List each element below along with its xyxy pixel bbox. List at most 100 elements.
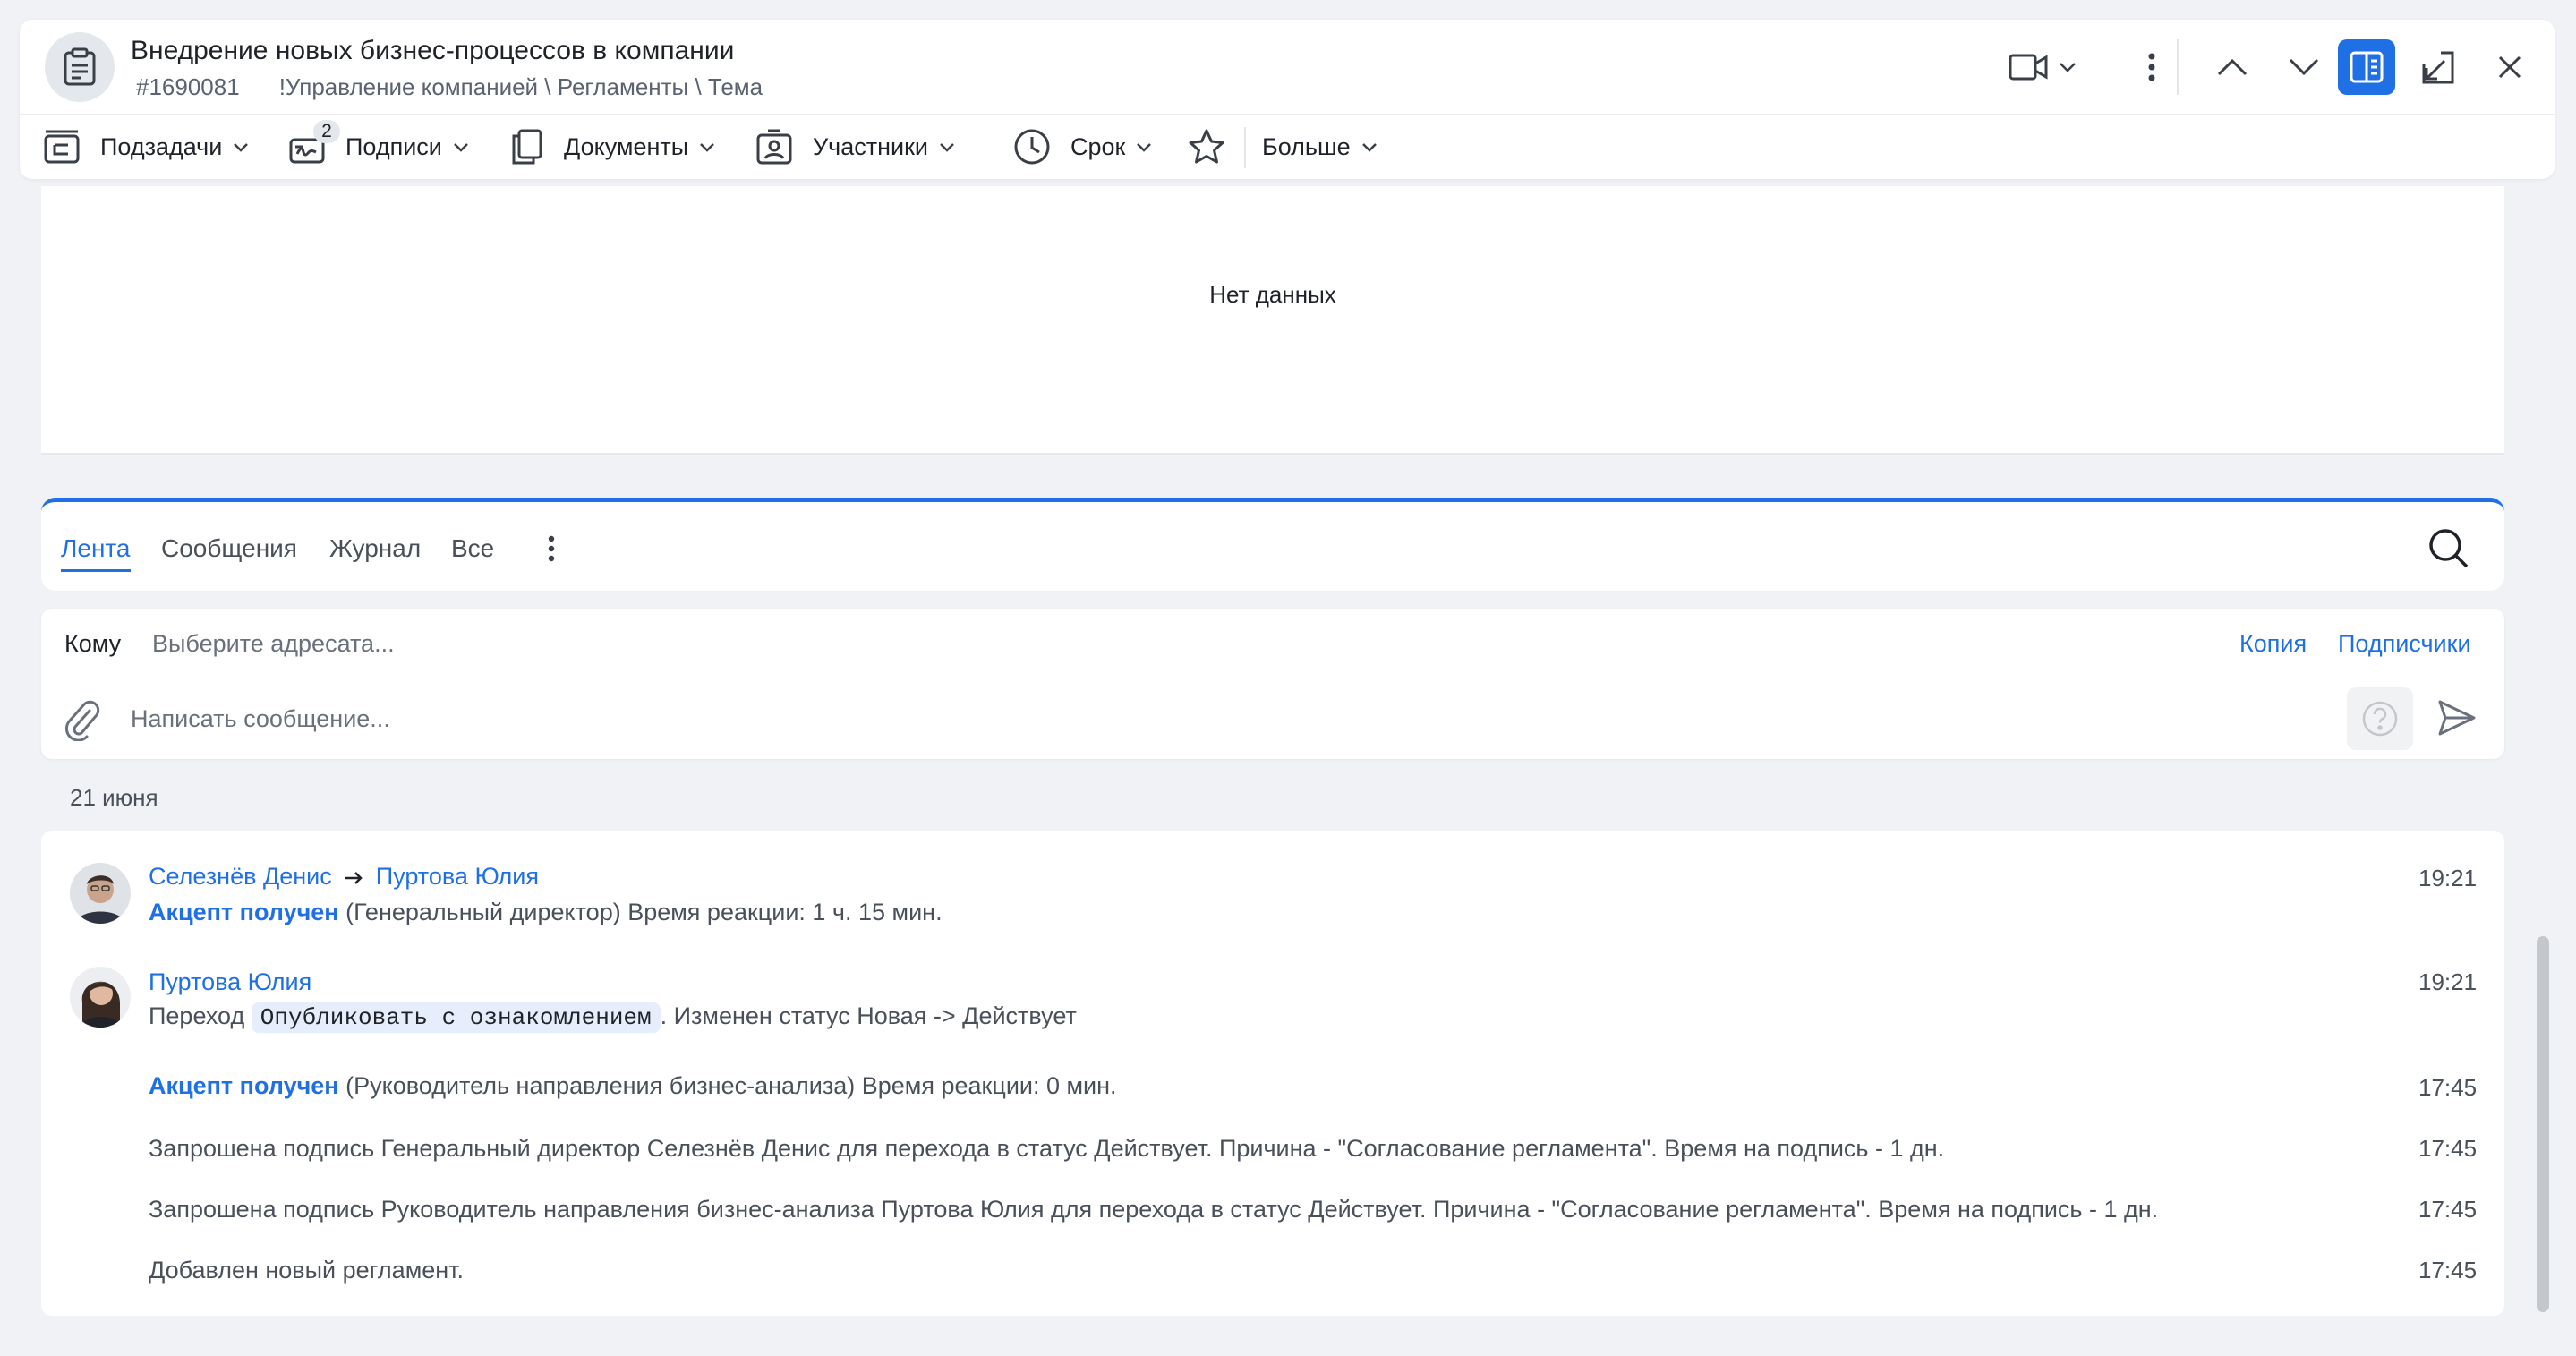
clock-icon [1014,129,1050,165]
accept-status[interactable]: Акцепт получен [149,899,339,925]
arrow-right-icon [345,871,363,884]
video-call-button[interactable] [2005,39,2080,95]
transition-chip: Опубликовать с ознакомлением [251,1002,661,1033]
signatures-label: Подписи [345,132,442,160]
task-header: Внедрение новых бизнес-процессов в компа… [20,20,2555,179]
recipient-label: Кому [64,630,122,657]
participants-label: Участники [813,132,928,160]
feed-entry-text: Акцепт получен (Руководитель направления… [149,1072,1117,1100]
subtasks-menu[interactable]: Подзадачи [43,115,249,179]
clipboard-icon [45,32,115,102]
more-vertical-button[interactable] [2132,39,2171,95]
subscribers-link[interactable]: Подписчики [2338,630,2471,658]
tab-all[interactable]: Все [451,534,494,563]
feed-entry-detail: (Генеральный директор) Время реакции: 1 … [345,899,943,925]
avatar[interactable] [70,863,131,924]
subtasks-label: Подзадачи [100,132,223,160]
collapse-button[interactable] [2410,39,2467,95]
timestamp: 17:45 [2418,1135,2478,1162]
more-menu[interactable]: Больше [1262,115,1378,179]
minimize-arrow-icon [2422,51,2454,84]
chevron-down-icon [1361,142,1377,152]
deadline-label: Срок [1070,132,1126,160]
feed-entry-text: Акцепт получен (Генеральный директор) Вр… [149,899,943,926]
star-icon [1189,129,1224,164]
chevron-down-icon [940,142,954,152]
deadline-menu[interactable]: Срок [1013,115,1152,179]
task-subtitle: #1690081 !Управление компанией \ Регламен… [136,73,763,101]
message-composer: Кому Копия Подписчики [41,609,2504,759]
tab-feed[interactable]: Лента [61,534,131,572]
task-path[interactable]: !Управление компанией \ Регламенты \ Тем… [279,73,763,100]
chevron-down-icon [2060,63,2076,72]
author-link[interactable]: Пуртова Юлия [149,968,311,995]
attach-button[interactable] [63,698,102,742]
participants-icon [756,129,792,165]
scrollbar[interactable] [2537,936,2549,1312]
send-button[interactable] [2436,698,2479,741]
message-input[interactable] [131,698,2010,739]
avatar[interactable] [70,967,131,1028]
feed-entry-header: Селезнёв Денис Пуртова Юлия [149,863,539,891]
tab-journal[interactable]: Журнал [329,534,421,563]
feed-entry-text: Запрошена подпись Генеральный директор С… [149,1135,1945,1162]
tabs-more-button[interactable] [541,533,562,565]
chevron-down-icon [700,142,715,152]
feed-entry-detail: (Руководитель направления бизнес-анализа… [345,1072,1117,1099]
empty-state-text: Нет данных [1209,281,1336,308]
chevron-up-icon [2217,58,2248,76]
search-button[interactable] [2426,525,2472,572]
participants-menu[interactable]: Участники [755,115,955,179]
task-id[interactable]: #1690081 [136,73,240,100]
documents-icon [512,129,542,165]
send-icon [2438,700,2476,736]
favorite-button[interactable] [1187,115,1226,179]
accept-status[interactable]: Акцепт получен [149,1072,339,1099]
status-change-text: . Изменен статус Новая -> Действует [660,1002,1077,1029]
feed-entry-text: Переход Опубликовать с ознакомлением. Из… [149,1002,1077,1033]
documents-label: Документы [564,132,689,160]
signatures-count-badge: 2 [313,120,340,143]
video-camera-icon [2009,54,2048,81]
close-button[interactable] [2481,39,2538,95]
empty-data-panel: Нет данных [41,186,2504,455]
transition-prefix: Переход [149,1002,245,1029]
signatures-menu[interactable]: 2 Подписи [288,115,469,179]
close-icon [2498,55,2521,79]
more-vertical-icon [2148,53,2155,81]
timestamp: 19:21 [2418,865,2478,891]
date-separator: 21 июня [70,784,158,811]
task-title: Внедрение новых бизнес-процессов в компа… [131,36,735,65]
chevron-down-icon [2289,58,2319,76]
recipient-link[interactable]: Пуртова Юлия [376,863,539,890]
chevron-down-icon [1137,142,1152,152]
recipient-input[interactable] [152,623,1405,664]
timestamp: 17:45 [2418,1196,2478,1223]
timestamp: 17:45 [2418,1074,2478,1101]
chevron-down-icon [453,142,468,152]
help-button[interactable] [2347,687,2413,750]
tab-messages[interactable]: Сообщения [161,534,297,563]
author-link[interactable]: Селезнёв Денис [149,863,332,890]
divider [2177,39,2179,95]
search-icon [2429,529,2469,568]
paperclip-icon [64,700,100,742]
documents-menu[interactable]: Документы [508,115,715,179]
split-view-icon [2350,51,2384,83]
feed-list: Селезнёв Денис Пуртова Юлия Акцепт получ… [41,831,2504,1316]
question-icon [2362,701,2398,737]
feed-entry-header: Пуртова Юлия [149,968,311,996]
timestamp: 19:21 [2418,968,2478,995]
previous-task-button[interactable] [2204,39,2261,95]
feed-entry-text: Запрошена подпись Руководитель направлен… [149,1196,2159,1223]
next-task-button[interactable] [2275,39,2333,95]
timestamp: 17:45 [2418,1257,2478,1284]
task-toolbar: Подзадачи 2 Подписи Документы Участники … [20,115,2555,179]
more-vertical-icon [548,535,555,562]
feed-entry-text: Добавлен новый регламент. [149,1257,465,1284]
chevron-down-icon [234,142,249,152]
more-label: Больше [1262,132,1351,160]
split-view-button[interactable] [2338,39,2395,95]
copy-link[interactable]: Копия [2239,630,2307,658]
subtasks-icon [44,130,80,164]
